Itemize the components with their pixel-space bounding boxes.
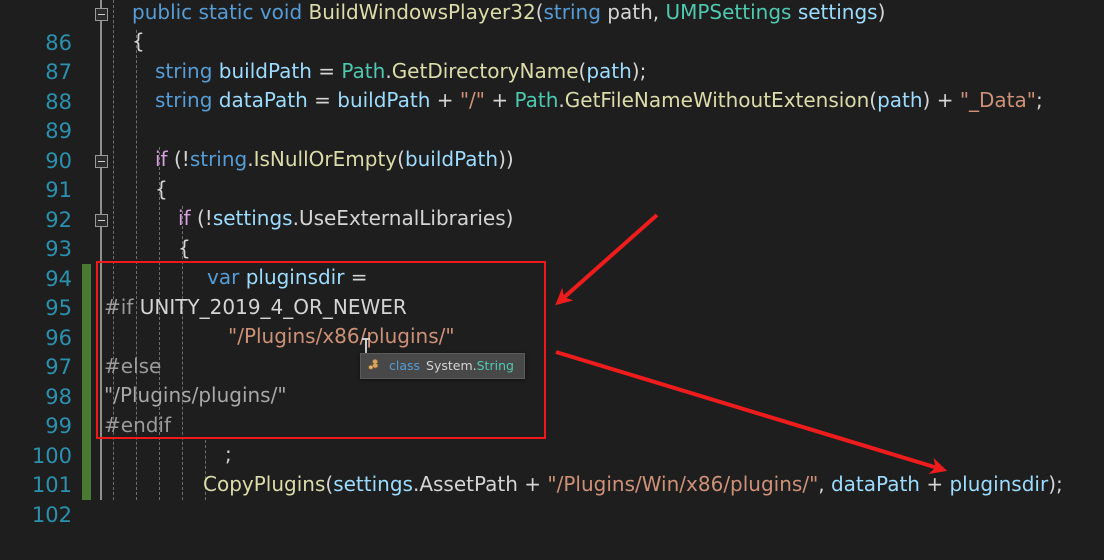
- line-row: 87: [0, 29, 1104, 84]
- code-line-93[interactable]: if (!settings.UseExternalLibraries): [178, 206, 513, 230]
- tooltip-namespace: System.: [426, 358, 477, 373]
- line-row: 93: [0, 206, 1104, 261]
- line-number: 102: [31, 503, 72, 528]
- code-line-86[interactable]: public static void BuildWindowsPlayer32(…: [132, 0, 885, 24]
- line-row: 95: [0, 265, 1104, 320]
- line-row: 101: [0, 442, 1104, 497]
- code-line-100[interactable]: #endif: [104, 413, 171, 437]
- quick-info-tooltip: class System.String: [360, 353, 525, 379]
- code-line-101[interactable]: ;: [225, 442, 232, 466]
- code-line-87[interactable]: {: [132, 29, 145, 53]
- tooltip-keyword: class: [389, 358, 421, 373]
- code-line-95[interactable]: var pluginsdir =: [207, 265, 368, 289]
- code-line-96[interactable]: #if UNITY_2019_4_OR_NEWER: [104, 295, 407, 319]
- line-row: 90: [0, 118, 1104, 173]
- code-line-89[interactable]: string dataPath = buildPath + "/" + Path…: [155, 88, 1043, 112]
- tooltip-classname: String: [476, 358, 514, 373]
- code-line-99[interactable]: "/Plugins/plugins/": [104, 383, 287, 407]
- line-row: 97: [0, 324, 1104, 379]
- code-line-88[interactable]: string buildPath = Path.GetDirectoryName…: [155, 59, 646, 83]
- code-line-102[interactable]: CopyPlugins(settings.AssetPath + "/Plugi…: [203, 472, 1063, 496]
- class-icon: [368, 358, 383, 373]
- code-line-91[interactable]: if (!string.IsNullOrEmpty(buildPath)): [155, 147, 514, 171]
- line-row: 94: [0, 236, 1104, 291]
- code-line-98[interactable]: #else: [104, 354, 161, 378]
- code-line-94[interactable]: {: [178, 236, 191, 260]
- tooltip-qualified-name: System.String: [426, 358, 514, 373]
- code-line-97[interactable]: "/Plugins/x86/plugins/": [228, 324, 455, 348]
- code-line-92[interactable]: {: [155, 177, 168, 201]
- code-editor-viewport[interactable]: 86 87 88 89 90 91 92 93 94 95 96 97 98 9…: [0, 0, 1104, 527]
- line-row: 98: [0, 354, 1104, 409]
